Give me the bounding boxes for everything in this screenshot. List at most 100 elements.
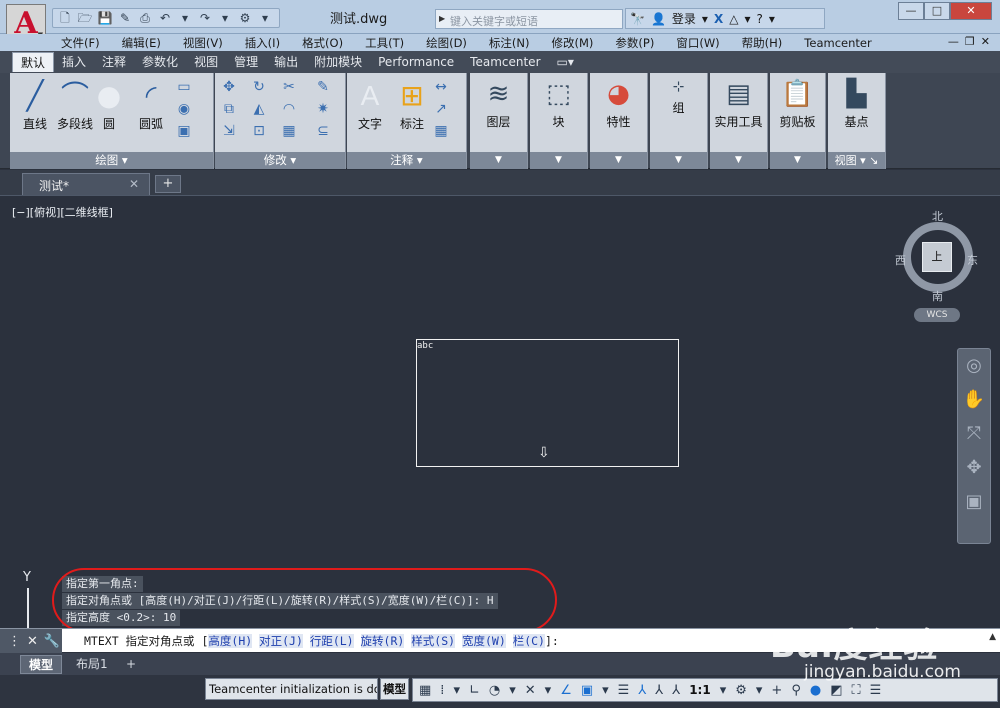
save-icon[interactable]: 💾 <box>97 11 113 25</box>
new-file-icon[interactable]: 🗋 <box>57 11 73 25</box>
new-tab-button[interactable]: + <box>155 175 181 193</box>
menu-item-window[interactable]: 窗口(W) <box>676 35 719 51</box>
redo-icon[interactable]: ↷ <box>197 11 213 25</box>
scale-dropdown-icon[interactable]: ▾ <box>720 683 727 698</box>
tab-view[interactable]: 视图 <box>186 52 226 72</box>
ortho-icon[interactable]: ∟ <box>469 683 480 698</box>
linear-dim-icon[interactable]: ↔ <box>433 79 449 95</box>
tab-model[interactable]: 模型 <box>20 655 63 674</box>
circle-tool[interactable]: ● 圆 <box>86 77 132 147</box>
annotation-visibility-icon[interactable]: ⅄ <box>638 683 646 698</box>
workspace-icon[interactable]: ⚙ <box>237 11 253 25</box>
steering-wheel-icon[interactable]: ◎ <box>958 349 990 383</box>
block-expand-icon[interactable]: ▼ <box>530 152 587 169</box>
user-icon[interactable]: 👤 <box>651 12 666 26</box>
viewcube-top-face[interactable]: 上 <box>922 242 952 272</box>
option-line-spacing[interactable]: 行距(L) <box>309 634 354 648</box>
orbit-icon[interactable]: ✥ <box>958 451 990 485</box>
autodesk-icon[interactable]: △ <box>729 12 738 26</box>
wrench-icon[interactable]: 🔧 <box>44 634 60 649</box>
tab-layout1[interactable]: 布局1 <box>68 655 116 674</box>
ribbon-options-icon[interactable]: ▭▾ <box>549 52 582 72</box>
wcs-menu[interactable]: WCS <box>914 308 960 322</box>
polar-dropdown-icon[interactable]: ▾ <box>509 683 516 698</box>
doc-restore-button[interactable]: ❐ <box>965 35 975 48</box>
layers-panel[interactable]: ≋ 图层 ▼ <box>470 73 528 169</box>
tab-teamcenter[interactable]: Teamcenter <box>462 52 548 72</box>
mirror-icon[interactable]: ◭ <box>251 101 267 117</box>
properties-panel[interactable]: ◕ 特性 ▼ <box>590 73 648 169</box>
leader-icon[interactable]: ↗ <box>433 101 449 117</box>
text-tool[interactable]: A 文字 <box>347 77 393 147</box>
pan-icon[interactable]: ✋ <box>958 383 990 417</box>
move-icon[interactable]: ✥ <box>221 79 237 95</box>
menu-item-dimension[interactable]: 标注(N) <box>489 35 530 51</box>
view-panel-title[interactable]: 视图 ▾ ↘ <box>828 152 885 169</box>
tab-output[interactable]: 输出 <box>266 52 306 72</box>
utilities-expand-icon[interactable]: ▼ <box>710 152 767 169</box>
view-panel[interactable]: ▙ 基点 视图 ▾ ↘ <box>828 73 886 169</box>
search-input[interactable]: ▶ 键入关键字或短语 <box>435 9 623 29</box>
option-width[interactable]: 宽度(W) <box>461 634 506 648</box>
maximize-button[interactable]: □ <box>924 2 950 20</box>
menu-item-view[interactable]: 视图(V) <box>183 35 223 51</box>
snap-dropdown-icon[interactable]: ▾ <box>453 683 460 698</box>
trim-icon[interactable]: ✂ <box>281 79 297 95</box>
tab-annotate[interactable]: 注释 <box>94 52 134 72</box>
undo-icon[interactable]: ↶ <box>157 11 173 25</box>
dimension-tool[interactable]: ⊞ 标注 <box>389 77 435 147</box>
group-expand-icon[interactable]: ▼ <box>650 152 707 169</box>
fillet-icon[interactable]: ◠ <box>281 101 297 117</box>
history-expand-icon[interactable]: ▲ <box>989 632 996 642</box>
viewcube-east[interactable]: 东 <box>967 252 978 268</box>
utilities-panel[interactable]: ▤ 实用工具 ▼ <box>710 73 768 169</box>
annotation-panel-title[interactable]: 注释 ▾ <box>347 152 466 169</box>
annotation-scale-value[interactable]: 1:1 <box>689 683 711 697</box>
redo-dropdown-icon[interactable]: ▾ <box>217 11 233 25</box>
modify-panel-title[interactable]: 修改 ▾ <box>215 152 345 169</box>
grip-handle-icon[interactable]: ⋮ <box>8 634 21 649</box>
tab-addins[interactable]: 附加模块 <box>306 52 370 72</box>
draw-panel-title[interactable]: 绘图 ▾ <box>10 152 213 169</box>
group-panel[interactable]: ⊹ 组 ▼ <box>650 73 708 169</box>
array-icon[interactable]: ▦ <box>281 123 297 139</box>
viewport-controls[interactable]: [−][俯视][二维线框] <box>12 204 113 220</box>
chevron-down-icon[interactable]: ▾ <box>744 12 750 26</box>
workspace-dropdown-icon[interactable]: ▾ <box>756 683 763 698</box>
copy-icon[interactable]: ⧉ <box>221 101 237 117</box>
osnap-dropdown-icon[interactable]: ▾ <box>602 683 609 698</box>
menu-item-teamcenter[interactable]: Teamcenter <box>804 36 871 50</box>
region-icon[interactable]: ▣ <box>176 123 192 139</box>
binoculars-icon[interactable]: 🔭 <box>630 12 645 26</box>
viewcube-south[interactable]: 南 <box>932 288 943 304</box>
menu-item-modify[interactable]: 修改(M) <box>552 35 594 51</box>
menu-item-insert[interactable]: 插入(I) <box>245 35 280 51</box>
menu-item-edit[interactable]: 编辑(E) <box>122 35 161 51</box>
mtext-selection-box[interactable]: abc ⇩ <box>416 339 679 467</box>
properties-expand-icon[interactable]: ▼ <box>590 152 647 169</box>
minimize-button[interactable]: — <box>898 2 924 20</box>
save-as-icon[interactable]: ✎ <box>117 11 133 25</box>
polar-icon[interactable]: ◔ <box>489 683 500 698</box>
menu-item-format[interactable]: 格式(O) <box>302 35 343 51</box>
iso-dropdown-icon[interactable]: ▾ <box>545 683 552 698</box>
menu-item-file[interactable]: 文件(F) <box>61 35 100 51</box>
erase-icon[interactable]: ✎ <box>315 79 331 95</box>
workspace-gear-icon[interactable]: ⚙ <box>735 683 747 698</box>
chevron-down-icon[interactable]: ▾ <box>769 12 775 26</box>
close-button[interactable]: ✕ <box>950 2 992 20</box>
drawing-canvas[interactable]: [−][俯视][二维线框] abc ⇩ 北 上 西 东 南 WCS ◎ ✋ ⤧ … <box>0 196 1000 632</box>
arc-tool[interactable]: ◜ 圆弧 <box>128 77 174 147</box>
showmotion-icon[interactable]: ▣ <box>958 485 990 519</box>
explode-icon[interactable]: ✷ <box>315 101 331 117</box>
tab-insert[interactable]: 插入 <box>54 52 94 72</box>
add-layout-button[interactable]: + <box>118 655 144 674</box>
help-icon[interactable]: ? <box>756 12 762 26</box>
option-justify[interactable]: 对正(J) <box>259 634 303 648</box>
command-prompt[interactable]: MTEXT 指定对角点或 [高度(H) 对正(J) 行距(L) 旋转(R) 样式… <box>84 633 559 649</box>
zoom-extents-icon[interactable]: ⤧ <box>958 417 990 451</box>
tab-manage[interactable]: 管理 <box>226 52 266 72</box>
object-snap-tracking-icon[interactable]: ∠ <box>560 683 572 698</box>
model-space-button[interactable]: 模型 <box>380 678 409 700</box>
viewcube-west[interactable]: 西 <box>895 252 906 268</box>
